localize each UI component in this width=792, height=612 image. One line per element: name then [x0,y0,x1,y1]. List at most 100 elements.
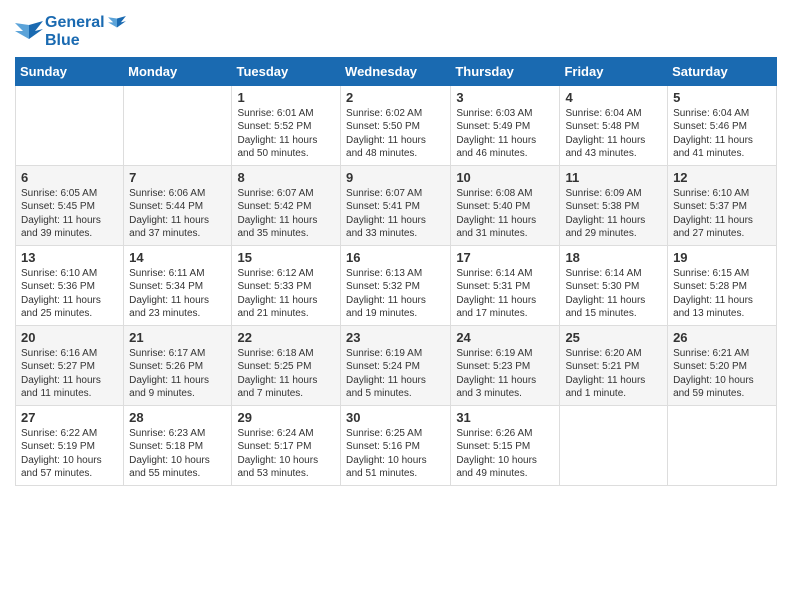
day-number: 11 [565,170,662,185]
cell-info: Sunrise: 6:22 AM Sunset: 5:19 PM Dayligh… [21,427,118,481]
cell-info: Sunrise: 6:01 AM Sunset: 5:52 PM Dayligh… [237,107,335,161]
cell-info: Sunrise: 6:26 AM Sunset: 5:15 PM Dayligh… [456,427,554,481]
calendar-cell [668,405,777,485]
cell-info: Sunrise: 6:07 AM Sunset: 5:41 PM Dayligh… [346,187,445,241]
day-number: 19 [673,250,771,265]
cell-info: Sunrise: 6:08 AM Sunset: 5:40 PM Dayligh… [456,187,554,241]
calendar-week-3: 13 Sunrise: 6:10 AM Sunset: 5:36 PM Dayli… [16,245,777,325]
calendar-cell: 18Sunrise: 6:14 AM Sunset: 5:30 PM Dayli… [560,245,668,325]
page: GeneralBlue SundayMondayTuesdayWednesday… [0,0,792,496]
cell-info: Sunrise: 6:25 AM Sunset: 5:16 PM Dayligh… [346,427,445,481]
day-number: 14 [129,250,226,265]
cell-info: Sunrise: 6:04 AM Sunset: 5:46 PM Dayligh… [673,107,771,161]
day-number: 1 [237,90,335,105]
cell-info: Sunrise: 6:15 AM Sunset: 5:28 PM Dayligh… [673,267,771,321]
day-number: 4 [565,90,662,105]
cell-info: Sunrise: 6:02 AM Sunset: 5:50 PM Dayligh… [346,107,445,161]
day-number: 17 [456,250,554,265]
weekday-header-wednesday: Wednesday [341,57,451,85]
calendar-cell: 11Sunrise: 6:09 AM Sunset: 5:38 PM Dayli… [560,165,668,245]
cell-info: Sunrise: 6:06 AM Sunset: 5:44 PM Dayligh… [129,187,226,241]
calendar-week-1: 1 Sunrise: 6:01 AM Sunset: 5:52 PM Daylig… [16,85,777,165]
calendar-cell: 10 Sunrise: 6:08 AM Sunset: 5:40 PM Dayli… [451,165,560,245]
day-number: 12 [673,170,771,185]
day-number: 20 [21,330,118,345]
calendar-cell: 25 Sunrise: 6:20 AM Sunset: 5:21 PM Dayli… [560,325,668,405]
calendar-cell: 8 Sunrise: 6:07 AM Sunset: 5:42 PM Daylig… [232,165,341,245]
calendar-cell: 12 Sunrise: 6:10 AM Sunset: 5:37 PM Dayli… [668,165,777,245]
day-number: 13 [21,250,118,265]
day-number: 26 [673,330,771,345]
calendar-cell: 5Sunrise: 6:04 AM Sunset: 5:46 PM Daylig… [668,85,777,165]
day-number: 23 [346,330,445,345]
weekday-header-thursday: Thursday [451,57,560,85]
calendar-cell: 31 Sunrise: 6:26 AM Sunset: 5:15 PM Dayli… [451,405,560,485]
cell-info: Sunrise: 6:12 AM Sunset: 5:33 PM Dayligh… [237,267,335,321]
calendar-cell [124,85,232,165]
cell-info: Sunrise: 6:14 AM Sunset: 5:30 PM Dayligh… [565,267,662,321]
day-number: 15 [237,250,335,265]
weekday-header-sunday: Sunday [16,57,124,85]
cell-info: Sunrise: 6:24 AM Sunset: 5:17 PM Dayligh… [237,427,335,481]
cell-info: Sunrise: 6:19 AM Sunset: 5:24 PM Dayligh… [346,347,445,401]
day-number: 28 [129,410,226,425]
calendar-cell: 21 Sunrise: 6:17 AM Sunset: 5:26 PM Dayli… [124,325,232,405]
cell-info: Sunrise: 6:05 AM Sunset: 5:45 PM Dayligh… [21,187,118,241]
cell-info: Sunrise: 6:17 AM Sunset: 5:26 PM Dayligh… [129,347,226,401]
cell-info: Sunrise: 6:19 AM Sunset: 5:23 PM Dayligh… [456,347,554,401]
cell-info: Sunrise: 6:21 AM Sunset: 5:20 PM Dayligh… [673,347,771,401]
day-number: 8 [237,170,335,185]
calendar-cell: 14Sunrise: 6:11 AM Sunset: 5:34 PM Dayli… [124,245,232,325]
weekday-header-friday: Friday [560,57,668,85]
weekday-header-row: SundayMondayTuesdayWednesdayThursdayFrid… [16,57,777,85]
weekday-header-saturday: Saturday [668,57,777,85]
logo-bird-icon [15,21,43,43]
calendar-cell: 6 Sunrise: 6:05 AM Sunset: 5:45 PM Daylig… [16,165,124,245]
day-number: 25 [565,330,662,345]
cell-info: Sunrise: 6:07 AM Sunset: 5:42 PM Dayligh… [237,187,335,241]
day-number: 10 [456,170,554,185]
day-number: 31 [456,410,554,425]
calendar-cell: 28 Sunrise: 6:23 AM Sunset: 5:18 PM Dayli… [124,405,232,485]
calendar-cell [16,85,124,165]
calendar-week-4: 20Sunrise: 6:16 AM Sunset: 5:27 PM Dayli… [16,325,777,405]
day-number: 21 [129,330,226,345]
day-number: 3 [456,90,554,105]
calendar-cell: 24Sunrise: 6:19 AM Sunset: 5:23 PM Dayli… [451,325,560,405]
day-number: 29 [237,410,335,425]
calendar-week-5: 27 Sunrise: 6:22 AM Sunset: 5:19 PM Dayli… [16,405,777,485]
calendar-cell [560,405,668,485]
day-number: 27 [21,410,118,425]
calendar-table: SundayMondayTuesdayWednesdayThursdayFrid… [15,57,777,486]
calendar-cell: 27 Sunrise: 6:22 AM Sunset: 5:19 PM Dayli… [16,405,124,485]
cell-info: Sunrise: 6:20 AM Sunset: 5:21 PM Dayligh… [565,347,662,401]
calendar-cell: 16Sunrise: 6:13 AM Sunset: 5:32 PM Dayli… [341,245,451,325]
cell-info: Sunrise: 6:14 AM Sunset: 5:31 PM Dayligh… [456,267,554,321]
day-number: 6 [21,170,118,185]
cell-info: Sunrise: 6:03 AM Sunset: 5:49 PM Dayligh… [456,107,554,161]
day-number: 16 [346,250,445,265]
cell-info: Sunrise: 6:18 AM Sunset: 5:25 PM Dayligh… [237,347,335,401]
weekday-header-tuesday: Tuesday [232,57,341,85]
logo: GeneralBlue [15,14,129,51]
logo-text: GeneralBlue [45,14,129,51]
calendar-cell: 13 Sunrise: 6:10 AM Sunset: 5:36 PM Dayli… [16,245,124,325]
calendar-cell: 22 Sunrise: 6:18 AM Sunset: 5:25 PM Dayli… [232,325,341,405]
calendar-cell: 2Sunrise: 6:02 AM Sunset: 5:50 PM Daylig… [341,85,451,165]
calendar-cell: 20Sunrise: 6:16 AM Sunset: 5:27 PM Dayli… [16,325,124,405]
calendar-cell: 4Sunrise: 6:04 AM Sunset: 5:48 PM Daylig… [560,85,668,165]
weekday-header-monday: Monday [124,57,232,85]
calendar-cell: 17 Sunrise: 6:14 AM Sunset: 5:31 PM Dayli… [451,245,560,325]
cell-info: Sunrise: 6:10 AM Sunset: 5:37 PM Dayligh… [673,187,771,241]
cell-info: Sunrise: 6:10 AM Sunset: 5:36 PM Dayligh… [21,267,118,321]
calendar-cell: 3 Sunrise: 6:03 AM Sunset: 5:49 PM Daylig… [451,85,560,165]
header: GeneralBlue [15,10,777,51]
cell-info: Sunrise: 6:23 AM Sunset: 5:18 PM Dayligh… [129,427,226,481]
calendar-cell: 15 Sunrise: 6:12 AM Sunset: 5:33 PM Dayli… [232,245,341,325]
calendar-week-2: 6 Sunrise: 6:05 AM Sunset: 5:45 PM Daylig… [16,165,777,245]
calendar-cell: 29 Sunrise: 6:24 AM Sunset: 5:17 PM Dayli… [232,405,341,485]
day-number: 22 [237,330,335,345]
day-number: 7 [129,170,226,185]
calendar-cell: 26 Sunrise: 6:21 AM Sunset: 5:20 PM Dayli… [668,325,777,405]
calendar-cell: 30Sunrise: 6:25 AM Sunset: 5:16 PM Dayli… [341,405,451,485]
